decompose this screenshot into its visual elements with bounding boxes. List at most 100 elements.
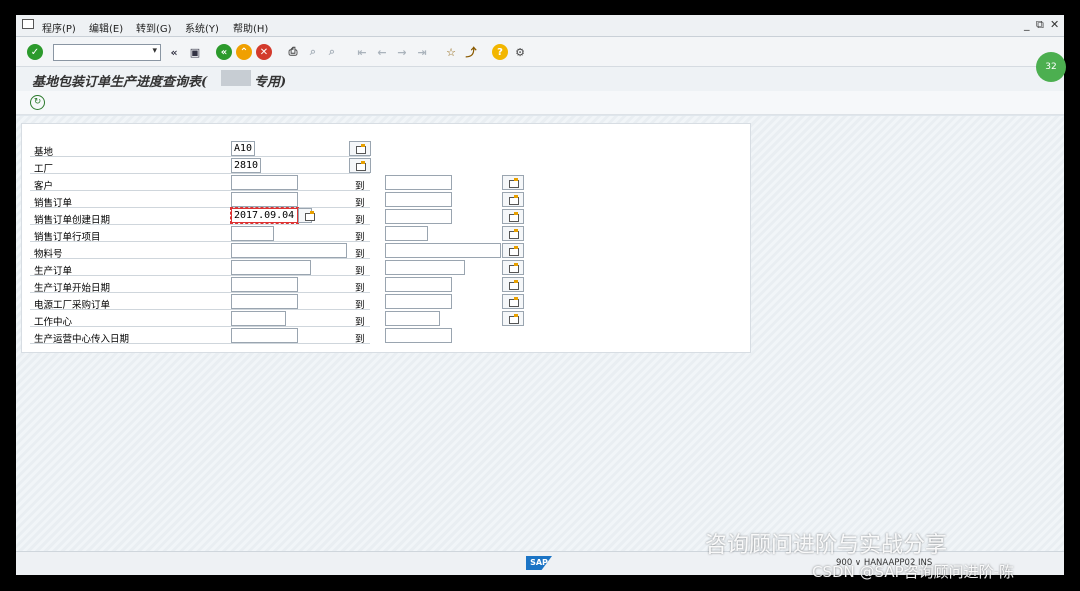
minimize-button[interactable]: _ xyxy=(1024,18,1030,31)
ops-center-date-high-input[interactable] xyxy=(385,328,452,343)
execute-clock-icon[interactable]: ↻ xyxy=(30,95,45,110)
to-label: 到 xyxy=(355,198,365,209)
to-label: 到 xyxy=(355,232,365,243)
label-so-item: 销售订单行项目 xyxy=(34,232,101,243)
calendar-f4-icon[interactable] xyxy=(298,208,315,223)
chevron-down-icon[interactable]: ▾ xyxy=(152,46,157,56)
so-create-date-high-input[interactable] xyxy=(385,209,452,224)
multiple-selection-button[interactable] xyxy=(502,209,524,224)
menu-program[interactable]: 程序(P) xyxy=(42,20,76,35)
multiple-selection-button[interactable] xyxy=(502,192,524,207)
find-next-icon: ⌕ xyxy=(328,45,336,58)
save-icon[interactable]: ▣ xyxy=(187,44,203,60)
multiple-selection-button[interactable] xyxy=(502,243,524,258)
po-start-date-high-input[interactable] xyxy=(385,277,452,292)
label-base: 基地 xyxy=(34,147,54,158)
so-item-low-input[interactable] xyxy=(231,226,274,241)
multiple-selection-button[interactable] xyxy=(502,260,524,275)
redacted-block xyxy=(221,70,251,86)
watermark-csdn: CSDN @SAP咨询顾问进阶-陈 xyxy=(812,563,1015,581)
material-high-input[interactable] xyxy=(385,243,501,258)
label-plant: 工厂 xyxy=(34,164,54,175)
production-order-high-input[interactable] xyxy=(385,260,465,275)
label-production-order: 生产订单 xyxy=(34,266,73,277)
power-plant-po-low-input[interactable] xyxy=(231,294,298,309)
notification-badge[interactable]: 32 xyxy=(1036,52,1066,82)
sap-logo: SAP xyxy=(526,556,552,570)
command-field[interactable]: ▾ xyxy=(53,44,161,61)
multiple-selection-button[interactable] xyxy=(502,277,524,292)
exit-icon[interactable]: ⌃ xyxy=(236,44,252,60)
shortcut-icon[interactable]: ⤴ xyxy=(463,44,479,60)
label-po-start-date: 生产订单开始日期 xyxy=(34,283,111,294)
label-power-plant-po: 电源工厂采购订单 xyxy=(34,300,111,311)
application-toolbar: ↻ xyxy=(16,91,1064,115)
find-icon: ⌕ xyxy=(309,45,317,58)
cancel-icon[interactable]: ✕ xyxy=(256,44,272,60)
page-title-suffix: 专用) xyxy=(254,75,287,90)
so-item-high-input[interactable] xyxy=(385,226,428,241)
close-window-button[interactable]: ✕ xyxy=(1050,18,1059,31)
sap-window: 程序(P) 编辑(E) 转到(G) 系统(Y) 帮助(H) _ ⧉ ✕ ✓ ▾ … xyxy=(16,15,1064,575)
print-icon[interactable]: ⎙ xyxy=(285,44,301,60)
customer-high-input[interactable] xyxy=(385,175,452,190)
so-create-date-low-input[interactable]: 2017.09.04 xyxy=(230,207,299,224)
menu-help[interactable]: 帮助(H) xyxy=(233,20,268,35)
multiple-selection-button[interactable] xyxy=(349,141,371,156)
to-label: 到 xyxy=(355,249,365,260)
multiple-selection-button[interactable] xyxy=(502,311,524,326)
sales-order-low-input[interactable] xyxy=(231,192,298,207)
row-production-order xyxy=(30,261,370,276)
multiple-selection-button[interactable] xyxy=(349,158,371,173)
help-icon[interactable]: ? xyxy=(492,44,508,60)
label-work-center: 工作中心 xyxy=(34,317,73,328)
to-label: 到 xyxy=(355,181,365,192)
label-customer: 客户 xyxy=(34,181,54,192)
row-sales-order xyxy=(30,193,370,208)
base-input[interactable]: A10 xyxy=(231,141,255,156)
plant-input[interactable]: 2810 xyxy=(231,158,261,173)
app-menu-icon[interactable] xyxy=(22,19,34,29)
row-plant xyxy=(30,159,370,174)
power-plant-po-high-input[interactable] xyxy=(385,294,452,309)
restore-button[interactable]: ⧉ xyxy=(1036,18,1044,32)
watermark-text: 咨询顾问进阶与实战分享 xyxy=(705,533,948,558)
double-left-arrow-icon[interactable]: « xyxy=(166,44,182,60)
po-start-date-low-input[interactable] xyxy=(231,277,298,292)
enter-check-icon[interactable]: ✓ xyxy=(27,44,43,60)
multiple-selection-button[interactable] xyxy=(502,175,524,190)
new-session-icon[interactable]: ☆ xyxy=(443,44,459,60)
to-label: 到 xyxy=(355,283,365,294)
work-center-low-input[interactable] xyxy=(231,311,286,326)
menu-bar: 程序(P) 编辑(E) 转到(G) 系统(Y) 帮助(H) _ ⧉ ✕ xyxy=(16,15,1064,37)
first-page-icon: ⇤ xyxy=(357,45,367,59)
multiple-selection-button[interactable] xyxy=(502,226,524,241)
next-page-icon: → xyxy=(397,45,407,59)
to-label: 到 xyxy=(355,215,365,226)
menu-edit[interactable]: 编辑(E) xyxy=(89,20,123,35)
page-title: 基地包装订单生产进度查询表( xyxy=(32,75,208,90)
standard-toolbar: ✓ ▾ « ▣ « ⌃ ✕ ⎙ ⌕ ⌕ ⇤ ← → ⇥ ☆ ⤴ ? ⚙ xyxy=(16,37,1064,67)
work-center-high-input[interactable] xyxy=(385,311,440,326)
settings-gear-icon[interactable]: ⚙ xyxy=(512,44,528,60)
label-ops-center-date: 生产运营中心传入日期 xyxy=(34,334,130,345)
to-label: 到 xyxy=(355,334,365,345)
customer-low-input[interactable] xyxy=(231,175,298,190)
label-material: 物料号 xyxy=(34,249,63,260)
production-order-low-input[interactable] xyxy=(231,260,311,275)
label-so-create-date: 销售订单创建日期 xyxy=(34,215,111,226)
menu-system[interactable]: 系统(Y) xyxy=(185,20,219,35)
prev-page-icon: ← xyxy=(377,45,387,59)
row-work-center xyxy=(30,312,370,327)
menu-goto[interactable]: 转到(G) xyxy=(136,20,172,35)
back-icon[interactable]: « xyxy=(216,44,232,60)
screen-title-bar: 基地包装订单生产进度查询表( 专用) xyxy=(16,67,1064,91)
row-base xyxy=(30,142,370,157)
multiple-selection-button[interactable] xyxy=(502,294,524,309)
to-label: 到 xyxy=(355,266,365,277)
sales-order-high-input[interactable] xyxy=(385,192,452,207)
to-label: 到 xyxy=(355,317,365,328)
material-low-input[interactable] xyxy=(231,243,347,258)
ops-center-date-low-input[interactable] xyxy=(231,328,298,343)
label-sales-order: 销售订单 xyxy=(34,198,73,209)
